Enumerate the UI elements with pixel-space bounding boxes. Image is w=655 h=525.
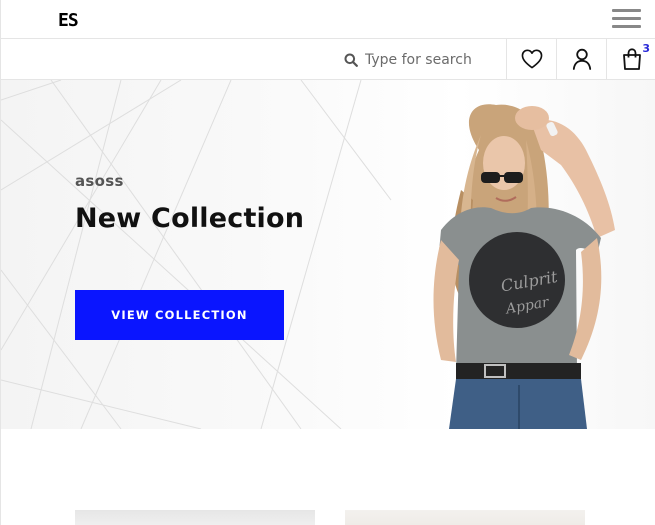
hero-model-image: Culprit Appar — [433, 104, 615, 429]
top-bar: ES — [0, 0, 655, 39]
wishlist-button[interactable] — [506, 39, 556, 79]
account-button[interactable] — [556, 39, 606, 79]
view-collection-button[interactable]: VIEW COLLECTION — [75, 290, 284, 340]
hero-title: New Collection — [75, 203, 305, 234]
cart-button[interactable]: 3 — [606, 39, 655, 79]
search-icon[interactable] — [341, 50, 361, 70]
search-input[interactable] — [365, 51, 503, 68]
cart-count-badge: 3 — [642, 42, 650, 55]
utility-bar: 3 — [0, 39, 655, 80]
product-card[interactable] — [75, 510, 315, 525]
search-box — [341, 46, 506, 73]
menu-line — [612, 17, 641, 20]
hamburger-icon[interactable] — [610, 8, 642, 30]
user-icon — [572, 48, 591, 70]
shopping-bag-icon — [622, 48, 641, 70]
product-card[interactable] — [345, 510, 585, 525]
hero-brand-label: asoss — [75, 172, 124, 190]
product-section — [0, 429, 655, 525]
site-logo[interactable]: ES — [58, 10, 79, 31]
heart-icon — [521, 49, 542, 69]
menu-line — [612, 25, 641, 28]
menu-line — [612, 9, 641, 12]
hero-banner: asoss New Collection VIEW COLLECTION Cul… — [0, 80, 655, 429]
